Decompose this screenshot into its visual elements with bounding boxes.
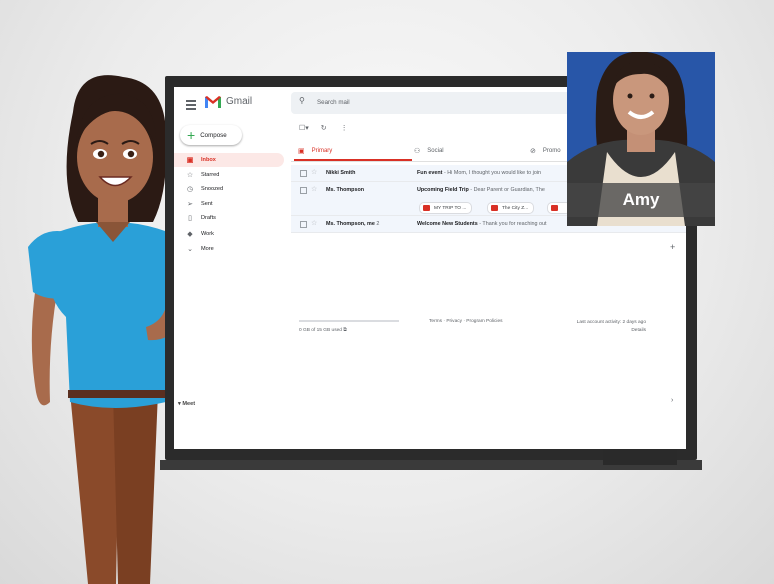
activity-text: Last account activity: 2 days ago: [576, 320, 646, 325]
compose-button[interactable]: + Compose: [180, 125, 242, 145]
storage-text: 0 GB of 15 GB used ⧉: [299, 327, 347, 333]
sidebar-item-work[interactable]: ◆ Work: [174, 227, 284, 241]
compose-label: Compose: [200, 131, 227, 139]
nav-label: Inbox: [201, 157, 216, 163]
nav-label: Starred: [201, 172, 220, 178]
email-snippet: - Thank you for reaching out: [477, 220, 547, 227]
meet-label: Meet: [182, 401, 196, 407]
nav-label: Sent: [201, 201, 213, 207]
storage-bar: [299, 320, 399, 322]
inbox-icon: ▣: [186, 157, 194, 164]
pdf-icon: [551, 205, 558, 211]
more-vert-icon[interactable]: ⋮: [341, 125, 348, 132]
clock-icon: ◷: [186, 186, 194, 193]
email-sender: Ms. Thompson, me 2: [326, 221, 379, 227]
add-addon-icon[interactable]: +: [670, 242, 675, 252]
external-link-icon[interactable]: ⧉: [343, 328, 346, 333]
email-sender: Ms. Thompson: [326, 186, 365, 193]
pdf-icon: [423, 205, 430, 211]
search-placeholder: Search mail: [317, 99, 350, 106]
sidebar-item-more[interactable]: ⌄ More: [174, 242, 284, 256]
star-icon[interactable]: ☆: [311, 168, 317, 176]
refresh-icon[interactable]: ↻: [321, 125, 327, 132]
chevron-right-icon[interactable]: ›: [671, 397, 673, 404]
mail-toolbar: ☐▾ ↻ ⋮: [299, 124, 348, 132]
nav-label: Drafts: [201, 215, 216, 221]
attachment-chip[interactable]: The City Z...: [487, 202, 535, 214]
email-snippet: - Dear Parent or Guardian, The: [468, 186, 545, 193]
star-icon[interactable]: ☆: [311, 219, 317, 227]
sender-names: Ms. Thompson, me: [326, 220, 375, 227]
footer-links[interactable]: Terms · Privacy · Program Policies: [429, 319, 503, 324]
attachment-name: The City Z...: [502, 205, 529, 211]
tab-label: Social: [427, 148, 444, 154]
plus-icon: +: [187, 127, 196, 143]
draft-icon: ▯: [188, 215, 192, 222]
people-icon: ⚇: [414, 148, 421, 155]
star-icon[interactable]: ☆: [311, 185, 317, 193]
search-icon: ⚲: [299, 96, 305, 105]
sidebar-item-sent[interactable]: ➢ Sent: [174, 197, 284, 211]
gmail-logo-icon: [205, 96, 221, 108]
thread-count: 2: [376, 220, 380, 227]
nav-label: Snoozed: [201, 186, 224, 192]
send-icon: ➢: [187, 201, 193, 208]
sidebar-item-drafts[interactable]: ▯ Drafts: [174, 211, 284, 225]
email-subject: Fun event: [417, 169, 443, 176]
meet-section[interactable]: ▾ Meet: [178, 401, 195, 407]
nav-label: Work: [201, 231, 214, 237]
tab-label: Primary: [311, 148, 333, 154]
email-subject: Upcoming Field Trip: [417, 186, 469, 193]
attachment-name: MY TRIP TO ...: [434, 205, 467, 211]
tab-promotions[interactable]: ⊘ Promo: [530, 144, 561, 158]
presenter-name: Amy: [567, 183, 715, 217]
pdf-icon: [491, 205, 498, 211]
tab-social[interactable]: ⚇ Social: [414, 144, 444, 158]
gmail-brand: Gmail: [226, 96, 253, 107]
search-input[interactable]: ⚲ Search mail: [291, 92, 571, 114]
select-all-checkbox[interactable]: ☐▾: [299, 125, 309, 132]
attachment-chip[interactable]: MY TRIP TO ...: [419, 202, 473, 214]
row-checkbox[interactable]: [300, 170, 307, 177]
tab-label: Promo: [542, 148, 561, 154]
email-sender: Nikki Smith: [326, 169, 356, 176]
row-checkbox[interactable]: [300, 187, 307, 194]
tag-icon: ⊘: [530, 148, 536, 155]
nav-label: More: [201, 246, 214, 252]
sidebar-item-inbox[interactable]: ▣ Inbox: [174, 153, 284, 167]
chevron-down-icon: ⌄: [187, 246, 193, 253]
sidebar-item-snoozed[interactable]: ◷ Snoozed: [174, 182, 284, 196]
menu-icon[interactable]: [186, 100, 196, 112]
tab-primary[interactable]: ▣ Primary: [298, 144, 332, 158]
label-icon: ◆: [187, 231, 193, 238]
inbox-icon: ▣: [298, 148, 305, 155]
details-link[interactable]: Details: [564, 327, 646, 335]
sidebar-item-starred[interactable]: ☆ Starred: [174, 168, 284, 182]
account-activity: Last account activity: 2 days ago Detail…: [564, 319, 646, 335]
email-subject: Welcome New Students: [417, 220, 478, 227]
row-checkbox[interactable]: [300, 221, 307, 228]
star-icon: ☆: [186, 172, 194, 179]
storage-value: 0 GB of 15 GB used: [299, 328, 342, 333]
email-snippet: - Hi Mom, I thought you would like to jo…: [442, 169, 542, 176]
